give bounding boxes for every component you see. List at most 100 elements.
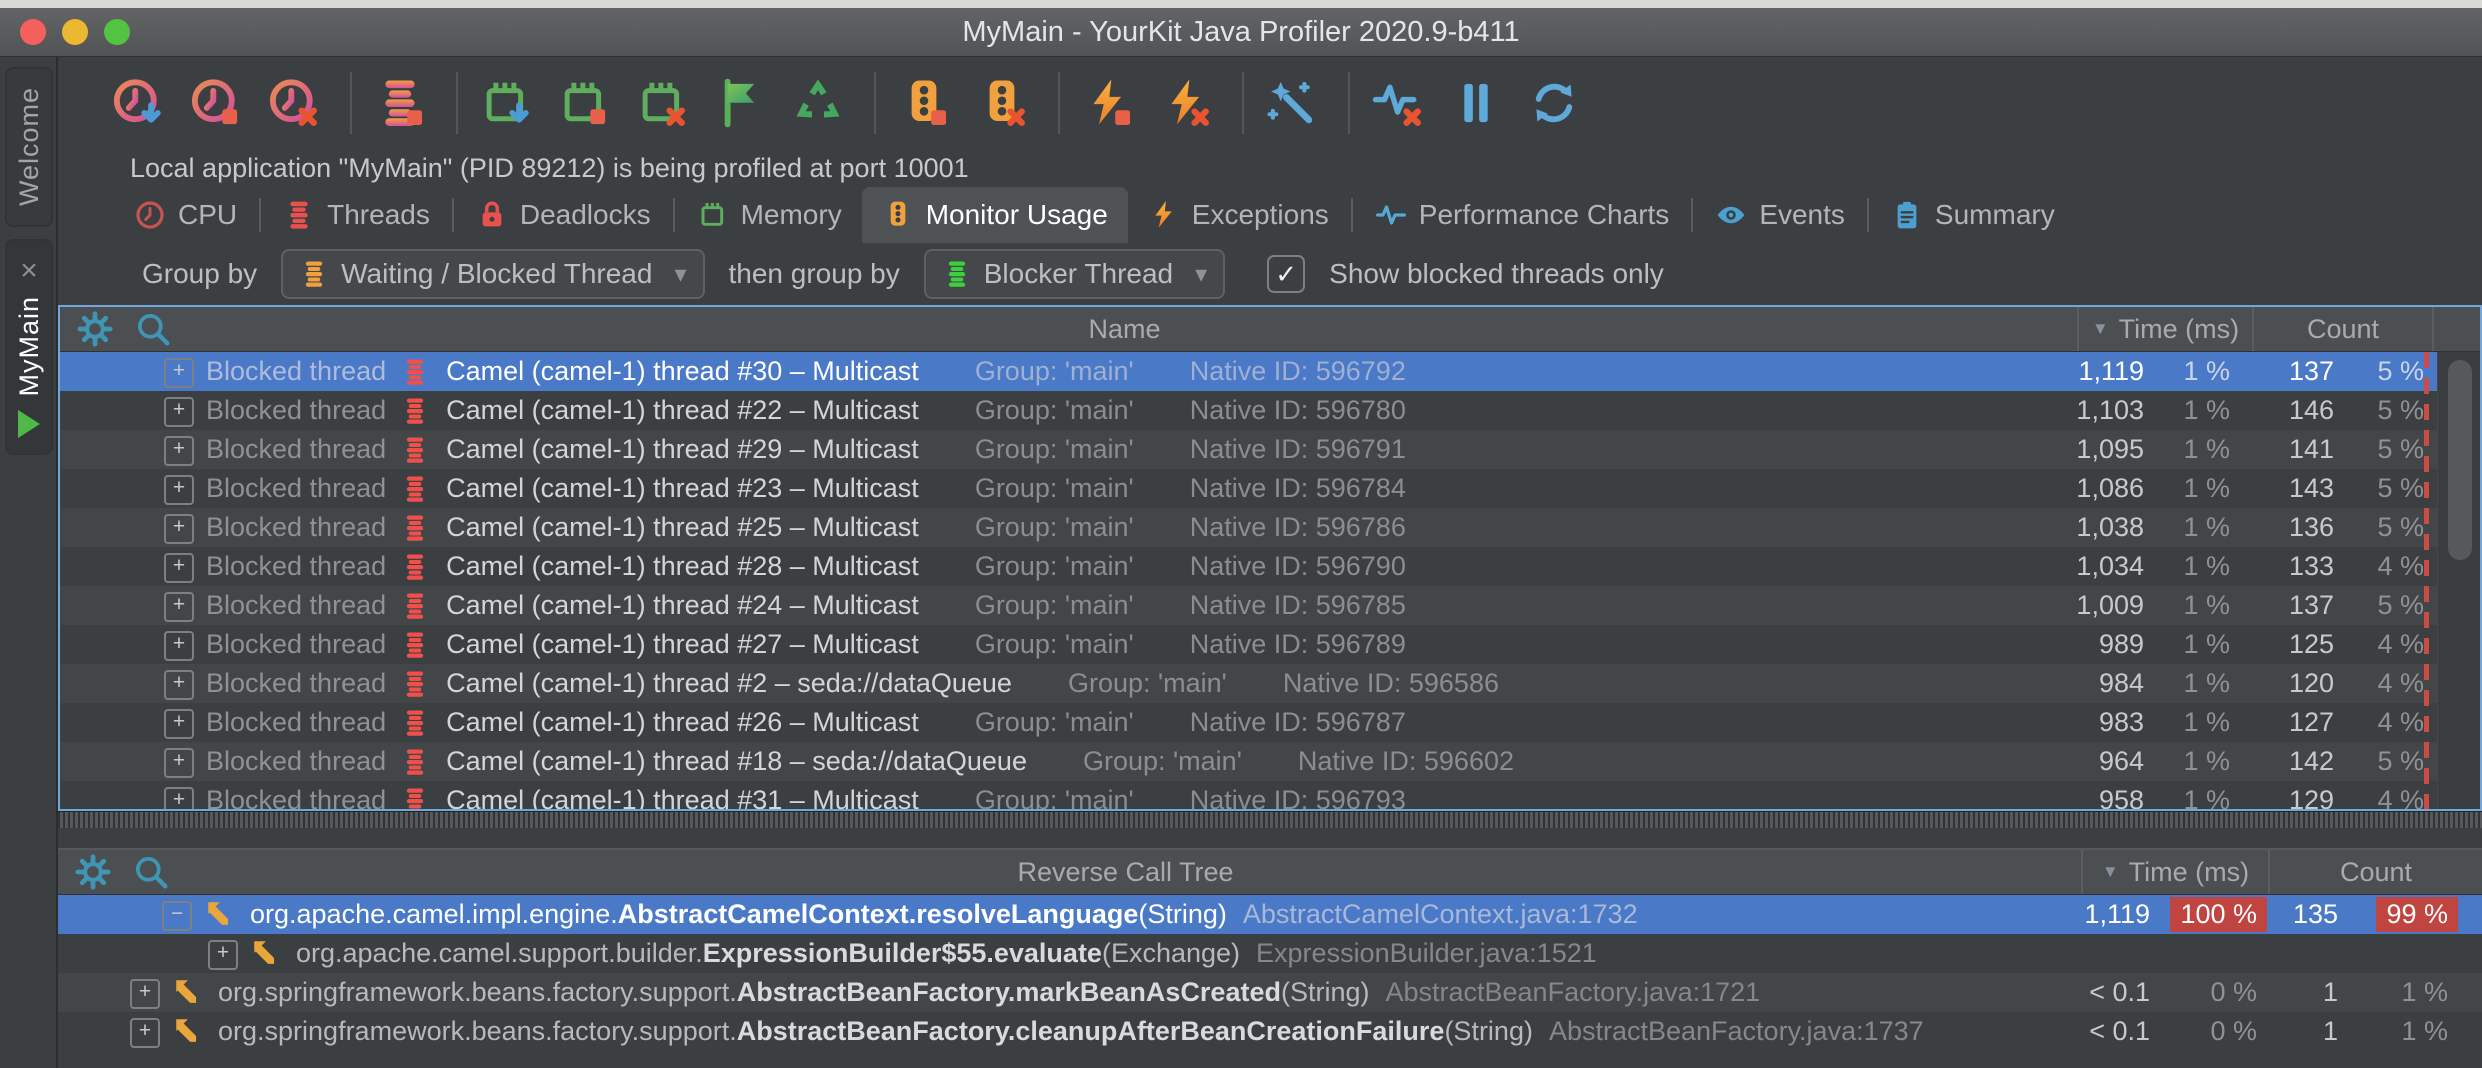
time-column-header[interactable]: ▼ Time (ms) [2081,850,2268,894]
table-row[interactable]: + Blocked thread Camel (camel-1) thread … [60,352,2480,391]
expand-icon[interactable]: + [164,436,194,466]
tab-threads[interactable]: Threads [263,187,450,243]
table-row[interactable]: + Blocked thread Camel (camel-1) thread … [60,742,2480,781]
scrollbar-thumb[interactable] [2448,360,2472,560]
tab-memory[interactable]: Memory [677,187,862,243]
gear-icon[interactable] [76,310,114,348]
table-row[interactable]: + Blocked thread Camel (camel-1) thread … [60,664,2480,703]
memory-clear-button[interactable] [634,75,690,131]
table-row[interactable]: + Blocked thread Camel (camel-1) thread … [60,508,2480,547]
expand-icon[interactable]: + [164,748,194,778]
blocker-thread-icon [942,259,972,289]
sidebar-tab-welcome[interactable]: Welcome [5,67,53,227]
callback-arrow-icon [204,898,238,932]
table-row[interactable]: + Blocked thread Camel (camel-1) thread … [60,625,2480,664]
call-tree-row[interactable]: + org.apache.camel.support.builder.Expre… [58,934,2482,973]
sidebar-tab-mymain[interactable]: × MyMain [5,239,53,455]
exceptions-stop-button[interactable] [1080,75,1136,131]
force-gc-button[interactable] [790,75,846,131]
time-value: 1,009 [1974,586,2144,625]
horizontal-scrollbar[interactable] [58,811,2482,828]
monitor-table-header: Name ▼ Time (ms) Count [60,307,2480,352]
traffic-light-icon [882,199,914,231]
monitor-clear-button[interactable] [974,75,1030,131]
call-tree-row[interactable]: + org.springframework.beans.factory.supp… [58,1012,2482,1051]
blocked-thread-icon [400,785,430,810]
time-value [1990,934,2150,973]
pause-button[interactable] [1448,75,1504,131]
name-column-header[interactable]: Name [172,307,2077,351]
expand-icon[interactable]: + [164,709,194,739]
table-row[interactable]: + Blocked thread Camel (camel-1) thread … [60,430,2480,469]
tab-performance-charts[interactable]: Performance Charts [1355,187,1690,243]
call-tree-title: Reverse Call Tree [170,850,2081,894]
call-tree-title-area: Reverse Call Tree [170,850,2081,894]
call-tree-row[interactable]: − org.apache.camel.impl.engine.AbstractC… [58,895,2482,934]
count-column-header[interactable]: Count [2252,307,2432,351]
row-kind-label: Blocked thread [206,707,386,738]
expand-icon[interactable]: + [130,1018,160,1048]
waiting-thread-icon [299,259,329,289]
expand-icon[interactable]: + [164,670,194,700]
tab-separator [1867,198,1869,232]
vertical-scrollbar[interactable] [2437,352,2480,809]
search-icon[interactable] [132,853,170,891]
tab-summary[interactable]: Summary [1871,187,2075,243]
refresh-button[interactable] [1526,75,1582,131]
flag-button[interactable] [712,75,768,131]
status-line: Local application "MyMain" (PID 89212) i… [58,149,2482,187]
expand-icon[interactable]: + [164,514,194,544]
table-row[interactable]: + Blocked thread Camel (camel-1) thread … [60,469,2480,508]
group-by-dropdown[interactable]: Waiting / Blocked Thread ▾ [281,249,704,299]
row-kind-label: Blocked thread [206,590,386,621]
expand-icon[interactable]: − [162,901,192,931]
expand-icon[interactable]: + [130,979,160,1009]
gear-icon[interactable] [74,853,112,891]
then-group-by-dropdown[interactable]: Blocker Thread ▾ [924,249,1225,299]
time-column-header[interactable]: ▼ Time (ms) [2077,307,2252,351]
monitor-stop-button[interactable] [896,75,952,131]
threads-capture-button[interactable] [372,75,428,131]
tab-separator [1691,198,1693,232]
method-signature: org.springframework.beans.factory.suppor… [218,1016,1924,1047]
thread-group: Group: 'main' [975,551,1134,582]
table-row[interactable]: + Blocked thread Camel (camel-1) thread … [60,703,2480,742]
expand-icon[interactable]: + [164,592,194,622]
method-args: (String) [1444,1016,1533,1047]
close-session-icon[interactable]: × [20,256,38,286]
table-row[interactable]: + Blocked thread Camel (camel-1) thread … [60,547,2480,586]
table-row[interactable]: + Blocked thread Camel (camel-1) thread … [60,391,2480,430]
expand-icon[interactable]: + [164,475,194,505]
table-row[interactable]: + Blocked thread Camel (camel-1) thread … [60,586,2480,625]
memory-stop-button[interactable] [556,75,612,131]
tab-events[interactable]: Events [1695,187,1865,243]
inspections-button[interactable] [1264,75,1320,131]
traffic-light-clear-icon [975,76,1029,130]
expand-icon[interactable]: + [164,358,194,388]
expand-icon[interactable]: + [208,940,238,970]
telemetry-clear-button[interactable] [1370,75,1426,131]
cpu-clear-button[interactable] [266,75,322,131]
tab-exceptions[interactable]: Exceptions [1128,187,1349,243]
call-tree-row[interactable]: + org.springframework.beans.factory.supp… [58,973,2482,1012]
tab-deadlocks[interactable]: Deadlocks [456,187,671,243]
tab-cpu[interactable]: CPU [114,187,257,243]
count-column-header[interactable]: Count [2268,850,2482,894]
show-blocked-checkbox[interactable]: ✓ [1267,255,1305,293]
expand-icon[interactable]: + [164,787,194,810]
expand-icon[interactable]: + [164,397,194,427]
memory-capture-button[interactable] [478,75,534,131]
source-location: ExpressionBuilder.java:1521 [1256,938,1597,969]
row-kind-label: Blocked thread [206,746,386,777]
tab-monitor-usage[interactable]: Monitor Usage [862,187,1128,243]
time-percent: 1 % [2150,586,2230,625]
scrollbar-header-gap [2432,307,2480,351]
expand-icon[interactable]: + [164,553,194,583]
cpu-capture-snapshot-button[interactable] [110,75,166,131]
count-value: 120 [2234,664,2334,703]
search-icon[interactable] [134,310,172,348]
exceptions-clear-button[interactable] [1158,75,1214,131]
cpu-stop-button[interactable] [188,75,244,131]
table-row[interactable]: + Blocked thread Camel (camel-1) thread … [60,781,2480,809]
expand-icon[interactable]: + [164,631,194,661]
